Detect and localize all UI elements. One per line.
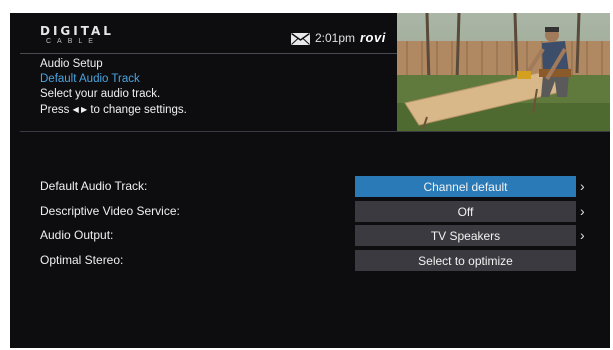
tv-screen: DIGITAL CABLE 2:01pm rovi Audio Setup De… bbox=[10, 13, 610, 348]
setting-label: Audio Output: bbox=[40, 228, 114, 242]
page-title: Audio Setup bbox=[40, 58, 103, 70]
rovi-logo: rovi bbox=[360, 30, 386, 45]
info-panel: Audio Setup Default Audio Track Select y… bbox=[40, 57, 187, 118]
logo-sub: CABLE bbox=[46, 38, 99, 45]
setting-value-button[interactable]: Off bbox=[355, 201, 576, 222]
chevron-right-icon[interactable]: › bbox=[580, 204, 585, 218]
section-divider bbox=[20, 131, 610, 132]
instruction-prefix: Press bbox=[40, 104, 70, 116]
setting-value-button[interactable]: Select to optimize bbox=[355, 250, 576, 271]
setting-label: Optimal Stereo: bbox=[40, 253, 124, 267]
header-divider bbox=[20, 53, 397, 54]
setting-value-button[interactable]: TV Speakers bbox=[355, 225, 576, 246]
page-subtitle: Default Audio Track bbox=[40, 73, 140, 85]
instruction-line-2: Press ◀ ▶ to change settings. bbox=[40, 102, 187, 118]
setting-value-button[interactable]: Channel default bbox=[355, 176, 576, 197]
digital-cable-logo: DIGITAL CABLE bbox=[40, 25, 114, 45]
chevron-right-icon[interactable]: › bbox=[580, 228, 585, 242]
setting-label: Descriptive Video Service: bbox=[40, 204, 180, 218]
clock-time: 2:01pm bbox=[315, 31, 356, 45]
instruction-suffix: to change settings. bbox=[90, 104, 187, 116]
setting-label: Default Audio Track: bbox=[40, 179, 148, 193]
live-video-preview bbox=[397, 13, 610, 131]
instruction-line-1: Select your audio track. bbox=[40, 88, 161, 100]
chevron-right-icon[interactable]: › bbox=[580, 179, 585, 193]
header: DIGITAL CABLE 2:01pm rovi bbox=[10, 13, 397, 53]
logo-main: DIGITAL bbox=[40, 24, 114, 38]
mail-icon[interactable] bbox=[291, 33, 310, 45]
left-right-arrows-icon: ◀ ▶ bbox=[72, 105, 88, 114]
